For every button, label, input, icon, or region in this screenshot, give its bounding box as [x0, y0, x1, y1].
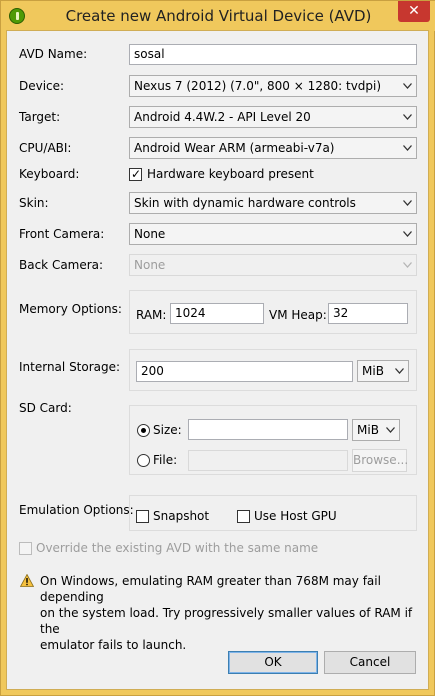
front-camera-select[interactable]: None [129, 223, 417, 245]
target-select-value: Android 4.4W.2 - API Level 20 [134, 110, 311, 124]
dialog-body: AVD Name: sosal Device: Nexus 7 (2012) (… [6, 30, 429, 690]
skin-label: Skin: [19, 196, 49, 210]
keyboard-checkbox-label[interactable]: Hardware keyboard present [147, 167, 314, 181]
back-camera-label: Back Camera: [19, 258, 104, 272]
host-gpu-label[interactable]: Use Host GPU [254, 509, 337, 523]
sd-size-label[interactable]: Size: [153, 423, 182, 437]
checkmark-icon: ✓ [131, 167, 142, 181]
internal-storage-input[interactable]: 200 [136, 361, 353, 382]
sd-size-input[interactable] [188, 419, 348, 440]
vm-heap-input[interactable]: 32 [328, 303, 408, 324]
skin-select-value: Skin with dynamic hardware controls [134, 196, 356, 210]
browse-button[interactable]: Browse... [352, 449, 408, 472]
internal-storage-unit-select[interactable]: MiB [357, 360, 409, 382]
skin-select[interactable]: Skin with dynamic hardware controls [129, 192, 417, 214]
ram-input[interactable]: 1024 [170, 303, 264, 324]
back-camera-select: None [129, 254, 417, 276]
sd-card-label: SD Card: [19, 401, 72, 415]
warning-icon [20, 574, 34, 587]
snapshot-label[interactable]: Snapshot [153, 509, 209, 523]
override-label: Override the existing AVD with the same … [36, 541, 319, 555]
avd-name-input[interactable]: sosal [129, 44, 417, 65]
ok-button[interactable]: OK [228, 651, 318, 674]
chevron-down-icon [403, 114, 412, 120]
front-camera-select-value: None [134, 227, 166, 241]
cpu-abi-select-value: Android Wear ARM (armeabi-v7a) [134, 141, 335, 155]
chevron-down-icon [403, 200, 412, 206]
avd-name-label: AVD Name: [19, 47, 88, 61]
internal-storage-label: Internal Storage: [19, 360, 121, 374]
warning-line: on the system load. Try progressively sm… [40, 606, 413, 636]
device-select[interactable]: Nexus 7 (2012) (7.0", 800 × 1280: tvdpi) [129, 75, 417, 97]
cpu-abi-select[interactable]: Android Wear ARM (armeabi-v7a) [129, 137, 417, 159]
override-checkbox [19, 542, 32, 555]
warning-message: On Windows, emulating RAM greater than 7… [40, 573, 425, 653]
chevron-down-icon [403, 145, 412, 151]
sd-file-input[interactable] [188, 450, 348, 471]
sd-size-unit-value: MiB [357, 423, 379, 437]
radio-dot-icon [141, 428, 146, 433]
chevron-down-icon [403, 83, 412, 89]
back-camera-select-value: None [134, 258, 166, 272]
memory-options-label: Memory Options: [19, 302, 122, 316]
target-label: Target: [19, 110, 61, 124]
chevron-down-icon [403, 231, 412, 237]
front-camera-label: Front Camera: [19, 227, 105, 241]
snapshot-checkbox[interactable] [136, 510, 149, 523]
sd-file-radio[interactable] [137, 454, 150, 467]
window-title: Create new Android Virtual Device (AVD) [65, 7, 372, 25]
sd-size-radio[interactable] [137, 424, 150, 437]
vm-heap-label: VM Heap: [269, 308, 327, 322]
cancel-button[interactable]: Cancel [324, 651, 416, 674]
cpu-abi-label: CPU/ABI: [19, 141, 72, 155]
chevron-down-icon [395, 368, 404, 374]
warning-line: On Windows, emulating RAM greater than 7… [40, 574, 381, 604]
device-label: Device: [19, 79, 65, 93]
internal-storage-unit-value: MiB [362, 364, 384, 378]
target-select[interactable]: Android 4.4W.2 - API Level 20 [129, 106, 417, 128]
keyboard-checkbox[interactable]: ✓ [129, 167, 142, 181]
sd-size-unit-select[interactable]: MiB [352, 419, 400, 441]
close-button[interactable]: ✕ [398, 1, 430, 22]
chevron-down-icon [403, 262, 412, 268]
sd-file-label[interactable]: File: [153, 453, 177, 467]
emulation-options-label: Emulation Options: [19, 503, 134, 517]
device-select-value: Nexus 7 (2012) (7.0", 800 × 1280: tvdpi) [134, 79, 382, 93]
host-gpu-checkbox[interactable] [237, 510, 250, 523]
title-bar[interactable]: Create new Android Virtual Device (AVD) … [1, 1, 435, 31]
keyboard-label: Keyboard: [19, 167, 80, 181]
chevron-down-icon [386, 427, 395, 433]
ram-label: RAM: [136, 308, 167, 322]
